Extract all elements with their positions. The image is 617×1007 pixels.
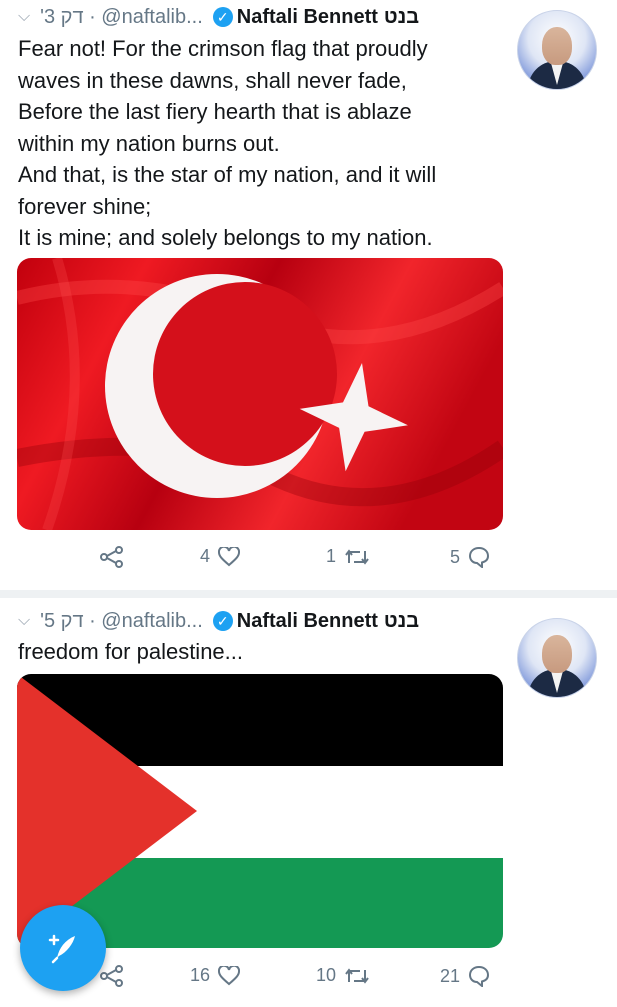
heart-icon xyxy=(218,546,241,566)
avatar[interactable] xyxy=(517,618,597,698)
chevron-down-icon[interactable]: ⌵ xyxy=(18,612,30,630)
compose-tweet-button[interactable] xyxy=(20,905,106,991)
author-hebrew-name[interactable]: בנט xyxy=(384,610,419,633)
reply-icon xyxy=(469,965,490,987)
like-count: 16 xyxy=(190,965,211,985)
like-button[interactable]: 16 xyxy=(190,965,241,986)
share-button[interactable] xyxy=(100,546,124,568)
tweet-text-line: Before the last fiery hearth that is abl… xyxy=(18,99,412,124)
like-count: 4 xyxy=(200,546,211,566)
tweet-actions: 4 1 5 xyxy=(100,546,500,576)
verified-badge-icon: ✓ xyxy=(212,611,233,631)
tweet-text-line: waves in these dawns, shall never fade, xyxy=(18,67,407,93)
reply-button[interactable]: 5 xyxy=(450,546,490,568)
verified-badge-icon: ✓ xyxy=(212,7,233,27)
compose-tweet-icon xyxy=(48,934,75,964)
tweet-text-line: And that, is the star of my nation, and … xyxy=(18,162,437,187)
tweet-text: freedom for palestine... xyxy=(18,636,508,668)
tweet-text: Fear not! For the crimson flag that prou… xyxy=(18,33,508,254)
tweet-header: ⌵ '3 דק · @naftalib... ✓ Naftali Bennett… xyxy=(18,2,502,32)
retweet-button[interactable]: 10 xyxy=(316,965,370,986)
reply-icon xyxy=(469,546,490,568)
share-button[interactable] xyxy=(100,965,124,987)
tweet-text-line: freedom for palestine... xyxy=(18,639,244,664)
retweet-count: 1 xyxy=(326,546,337,566)
turkish-flag-image[interactable] xyxy=(17,258,503,530)
heart-icon xyxy=(218,965,241,985)
tweet-1[interactable]: ⌵ '3 דק · @naftalib... ✓ Naftali Bennett… xyxy=(0,0,617,590)
author-name[interactable]: Naftali Bennett xyxy=(237,610,378,633)
like-button[interactable]: 4 xyxy=(200,546,241,567)
chevron-down-icon[interactable]: ⌵ xyxy=(18,8,30,26)
avatar[interactable] xyxy=(517,10,597,90)
tweet-meta: '5 דק · @naftalib... xyxy=(40,609,203,632)
tweet-text-line: within my nation burns out. xyxy=(18,130,280,156)
share-icon xyxy=(100,965,123,987)
tweet-text-line: forever shine; xyxy=(18,193,152,219)
reply-count: 21 xyxy=(440,965,461,986)
share-icon xyxy=(100,546,123,568)
tweet-meta: '3 דק · @naftalib... xyxy=(40,5,203,28)
retweet-button[interactable]: 1 xyxy=(326,546,370,567)
retweet-icon xyxy=(345,548,369,565)
tweet-actions: 16 10 21 xyxy=(100,965,500,995)
tweet-text-line: Fear not! For the crimson flag that prou… xyxy=(18,36,428,61)
author-hebrew-name[interactable]: בנט xyxy=(384,6,419,29)
author-name[interactable]: Naftali Bennett xyxy=(237,6,378,29)
reply-button[interactable]: 21 xyxy=(440,965,490,987)
tweet-header: ⌵ '5 דק · @naftalib... ✓ Naftali Bennett… xyxy=(18,606,502,636)
tweet-text-line: It is mine; and solely belongs to my nat… xyxy=(18,225,433,250)
reply-count: 5 xyxy=(450,546,461,567)
retweet-count: 10 xyxy=(316,965,337,985)
palestinian-flag-image[interactable] xyxy=(17,674,503,948)
tweet-separator xyxy=(0,590,617,598)
retweet-icon xyxy=(345,967,369,984)
